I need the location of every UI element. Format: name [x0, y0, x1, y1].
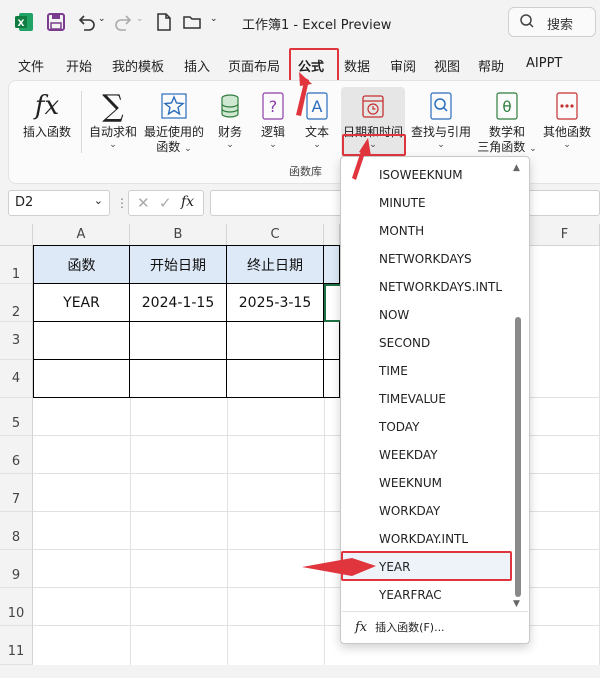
arrow-to-formulas-tab-head: [299, 72, 312, 86]
arrow-to-year-item: [302, 558, 376, 576]
annotation-arrows: [296, 72, 376, 576]
